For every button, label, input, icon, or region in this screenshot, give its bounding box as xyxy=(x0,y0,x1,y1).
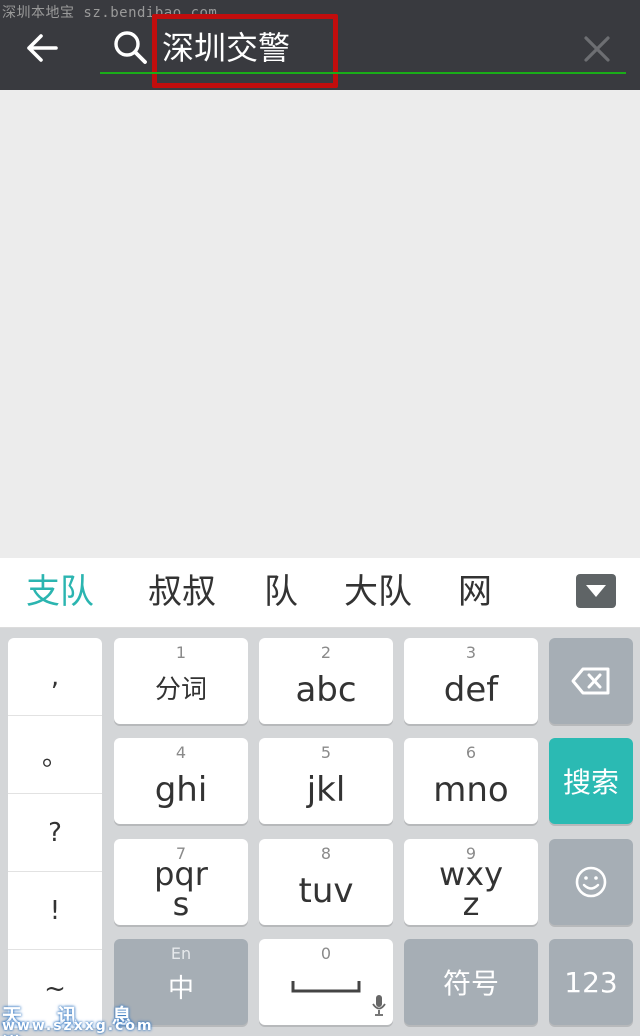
key-1[interactable]: 1 分词 xyxy=(114,638,248,724)
candidate-bar: 支队 叔叔 队 大队 网 xyxy=(0,558,640,628)
keyboard: , 。 ? ! ~ 1 分词 2 abc 3 def 4 ghi 5 jkl 6… xyxy=(0,628,640,1036)
key-label: jkl xyxy=(306,770,346,810)
search-underline xyxy=(100,72,626,74)
key-label: 分词 xyxy=(154,675,207,705)
close-icon xyxy=(584,36,610,62)
candidate-item[interactable]: 支队 xyxy=(26,570,94,614)
candidate-item[interactable]: 网 xyxy=(458,570,492,614)
space-bar-icon xyxy=(291,981,361,993)
key-3[interactable]: 3 def xyxy=(404,638,538,724)
key-label: ghi xyxy=(154,770,208,810)
back-arrow-icon xyxy=(27,34,58,62)
key-number: 0 xyxy=(320,944,332,963)
key-number: 3 xyxy=(465,643,477,662)
symbol-key[interactable]: ? xyxy=(8,794,102,872)
delete-button[interactable] xyxy=(549,638,633,724)
key-8[interactable]: 8 tuv xyxy=(259,839,393,925)
symbol-key[interactable]: 。 xyxy=(8,716,102,794)
numbers-key[interactable]: 123 xyxy=(549,939,633,1025)
key-2[interactable]: 2 abc xyxy=(259,638,393,724)
language-alt-label: En xyxy=(170,944,192,963)
key-number: 1 xyxy=(175,643,187,662)
smiley-icon xyxy=(575,866,607,898)
search-key-label: 搜索 xyxy=(562,766,619,799)
key-number: 8 xyxy=(320,844,332,863)
highlight-annotation xyxy=(152,14,338,88)
symbols-key-label: 符号 xyxy=(442,967,499,1000)
symbol-column[interactable]: , 。 ? ! ~ xyxy=(8,638,102,1028)
key-label-second: z xyxy=(462,885,480,923)
symbols-key[interactable]: 符号 xyxy=(404,939,538,1025)
key-label: abc xyxy=(295,670,357,710)
space-key[interactable]: 0 xyxy=(259,939,393,1025)
triangle-down-icon xyxy=(586,585,606,597)
candidate-item[interactable]: 大队 xyxy=(344,570,412,614)
candidate-item[interactable]: 叔叔 xyxy=(148,570,216,614)
numbers-key-label: 123 xyxy=(564,965,618,999)
key-number: 6 xyxy=(465,743,477,762)
watermark-logo: 天 讯 息 港 www.szxxg.com xyxy=(0,1000,160,1036)
search-key[interactable]: 搜索 xyxy=(549,738,633,824)
candidate-item[interactable]: 队 xyxy=(264,570,298,614)
symbol-key[interactable]: , xyxy=(8,638,102,716)
key-label: tuv xyxy=(298,871,354,911)
symbol-key[interactable]: ! xyxy=(8,872,102,950)
results-area xyxy=(0,90,640,558)
key-6[interactable]: 6 mno xyxy=(404,738,538,824)
search-icon xyxy=(110,28,150,68)
key-number: 5 xyxy=(320,743,332,762)
key-7[interactable]: 7 pqr s xyxy=(114,839,248,925)
key-label: def xyxy=(443,670,499,710)
clear-button[interactable] xyxy=(574,26,620,72)
key-label-second: s xyxy=(172,885,190,923)
watermark-url: www.szxxg.com xyxy=(2,1018,154,1034)
key-number: 2 xyxy=(320,643,332,662)
back-button[interactable] xyxy=(18,24,66,72)
collapse-candidates-button[interactable] xyxy=(576,574,616,608)
key-number: 4 xyxy=(175,743,187,762)
microphone-icon xyxy=(372,995,386,1016)
key-5[interactable]: 5 jkl xyxy=(259,738,393,824)
key-label: mno xyxy=(433,770,509,810)
search-header: 深圳本地宝 sz.bendibao.com 深圳交警 xyxy=(0,0,640,90)
emoji-button[interactable] xyxy=(549,839,633,925)
key-4[interactable]: 4 ghi xyxy=(114,738,248,824)
key-9[interactable]: 9 wxy z xyxy=(404,839,538,925)
backspace-icon xyxy=(571,667,610,695)
